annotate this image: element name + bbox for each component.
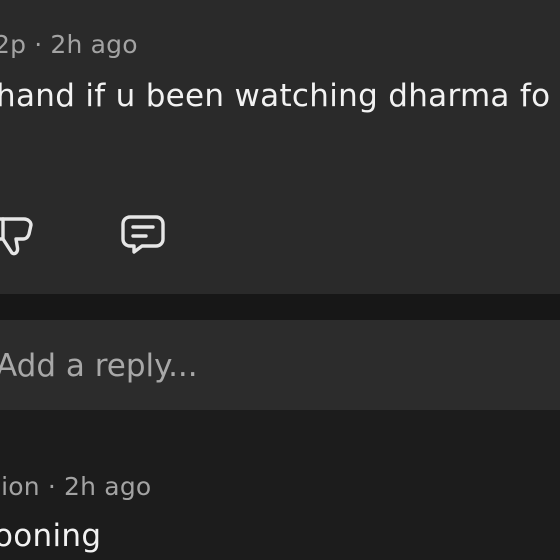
section-divider (0, 294, 560, 320)
comment-body: hand if u been watching dharma fo (0, 78, 551, 114)
reply-input[interactable]: Add a reply... (0, 320, 560, 410)
meta-separator: · (34, 30, 43, 59)
comment-card: 2p · 2h ago hand if u been watching dharma… (0, 0, 560, 294)
comment-author[interactable]: 2p (0, 30, 26, 59)
comment-timestamp: 2h ago (50, 30, 138, 59)
next-comment-body: ooning (0, 518, 102, 554)
next-meta-separator: · (47, 472, 56, 501)
comments-screen: 2p · 2h ago hand if u been watching dharma… (0, 0, 560, 560)
next-comment-author[interactable]: lion (0, 472, 40, 501)
next-comment: lion· 2h ago ooning (0, 410, 560, 560)
comment-meta: 2p · 2h ago (0, 30, 138, 59)
next-comment-timestamp: 2h ago (64, 472, 152, 501)
next-comment-meta: lion· 2h ago (0, 472, 151, 501)
thumbs-down-icon[interactable] (0, 212, 38, 258)
reply-placeholder: Add a reply... (0, 348, 198, 384)
comment-bubble-icon[interactable] (120, 212, 168, 258)
